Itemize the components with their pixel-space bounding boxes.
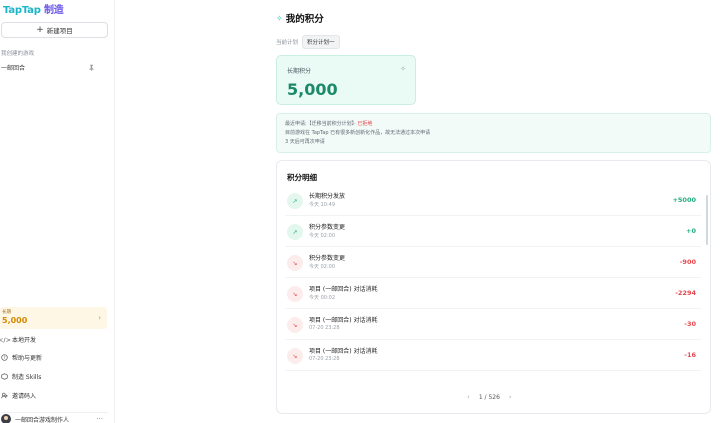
details-heading: 积分明细: [287, 173, 317, 182]
details-list: ↗ 长期积分发放 今天 10:49 +5000 ↗ 积分参数变更 今天 02:00 +0 ↘ 积分…: [285, 185, 701, 371]
plus-icon: +: [36, 24, 44, 35]
row-time: 今天 00:02: [309, 295, 335, 301]
more-icon[interactable]: ···: [96, 415, 103, 423]
chevron-right-icon: ›: [98, 314, 101, 322]
credits-value: 5,000: [2, 316, 28, 325]
page-title: ✧ 我的积分: [276, 11, 324, 26]
row-title: 项目 (一邮回合) 对话消耗: [309, 286, 378, 293]
table-row: ↗ 积分参数变更 今天 02:00 +0: [285, 216, 701, 247]
table-row: ↘ 项目 (一邮回合) 对话消耗 07-20 23:28 -16: [285, 340, 701, 371]
application-notice: 最近申请:【迁移当前积分计划】· 已拒绝 目前游戏在 TapTap 已有很多新创…: [276, 113, 711, 153]
credits-card[interactable]: 长期 5,000 ›: [0, 307, 107, 329]
row-time: 07-20 23:28: [309, 356, 340, 362]
status-badge: 已拒绝: [357, 121, 373, 127]
table-row: ↘ 项目 (一邮回合) 对话消耗 今天 00:02 -2294: [285, 278, 701, 309]
table-row: ↘ 积分参数变更 今天 02:00 -900: [285, 247, 701, 278]
trend-down-icon: ↘: [287, 286, 303, 302]
new-project-button[interactable]: + 新建项目: [1, 22, 108, 38]
scrollbar[interactable]: [706, 195, 708, 245]
user-profile[interactable]: 一邮回合游戏制作人 ···: [1, 412, 108, 423]
credits-details-panel: 积分明细 ↗ 长期积分发放 今天 10:49 +5000 ↗ 积分参数变更 今天 02:00…: [276, 160, 711, 414]
invite-icon: [1, 392, 8, 399]
long-term-caption: 长期积分: [287, 68, 312, 75]
brand-logo[interactable]: TapTap 制造: [3, 1, 64, 16]
long-term-value: 5,000: [287, 80, 338, 99]
row-title: 积分参数变更: [309, 255, 346, 262]
section-label: 我创建的游戏: [1, 51, 35, 57]
pagination: ‹ 1 / 526 ›: [467, 393, 512, 401]
menu-item-local-dev[interactable]: </> 本地开发: [0, 334, 108, 345]
menu-label: 本地开发: [12, 337, 37, 344]
trend-down-icon: ↘: [287, 348, 303, 364]
code-icon: </>: [0, 335, 12, 344]
row-amount: -30: [684, 320, 696, 328]
plan-label: 当前计划: [276, 40, 299, 46]
project-name: 一邮回合: [1, 65, 26, 72]
credits-caption: 长期: [2, 310, 11, 315]
svg-text:?: ?: [3, 355, 5, 360]
page-title-text: 我的积分: [285, 14, 324, 25]
plan-row: 当前计划 积分计划一: [276, 35, 340, 49]
row-title: 积分参数变更: [309, 224, 346, 231]
long-term-credits-card: 长期积分 5,000 ✧: [276, 55, 416, 105]
row-time: 今天 10:49: [309, 202, 335, 208]
brand-name-right: 制造: [43, 5, 64, 16]
next-page-icon[interactable]: ›: [509, 393, 512, 401]
row-title: 项目 (一邮回合) 对话消耗: [309, 348, 378, 355]
trend-down-icon: ↘: [287, 255, 303, 271]
sparkle-icon: ✧: [276, 13, 283, 23]
row-time: 07-20 23:28: [309, 325, 340, 331]
sparkle-icon: ✧: [400, 65, 406, 73]
notice-prefix: 最近申请:【迁移当前积分计划】·: [285, 121, 358, 127]
help-icon: ?: [1, 354, 8, 361]
row-amount: -16: [684, 351, 696, 359]
trend-down-icon: ↘: [287, 317, 303, 333]
table-row: ↘ 项目 (一邮回合) 对话消耗 07-20 23:28 -30: [285, 309, 701, 340]
row-amount: -900: [679, 258, 696, 266]
menu-item-skills[interactable]: 制造 Skills: [1, 371, 108, 382]
menu-label: 邀请码入: [12, 393, 37, 400]
table-row: ↗ 长期积分发放 今天 10:49 +5000: [285, 185, 701, 216]
avatar: [1, 414, 11, 423]
row-time: 今天 02:00: [309, 264, 335, 270]
prev-page-icon[interactable]: ‹: [467, 393, 470, 401]
row-title: 项目 (一邮回合) 对话消耗: [309, 317, 378, 324]
sidebar: TapTap 制造 + 新建项目 我创建的游戏 一邮回合 长期 5,000 › …: [0, 0, 115, 423]
new-project-label: 新建项目: [46, 27, 73, 35]
notice-line-3: 3 天后可再次申请: [285, 139, 325, 145]
menu-item-help[interactable]: ? 帮助与更新: [1, 352, 108, 363]
page-indicator: 1 / 526: [478, 393, 500, 401]
user-name: 一邮回合游戏制作人: [15, 416, 70, 423]
notice-line-1: 最近申请:【迁移当前积分计划】· 已拒绝: [285, 120, 702, 129]
row-time: 今天 02:00: [309, 233, 335, 239]
plan-selector[interactable]: 积分计划一: [302, 35, 340, 49]
row-amount: -2294: [675, 289, 696, 297]
notice-line-2: 目前游戏在 TapTap 已有很多新创新化作品，故无法通过本次申请: [285, 130, 431, 136]
brand-name-left: TapTap: [3, 5, 41, 16]
menu-label: 制造 Skills: [12, 374, 42, 381]
row-amount: +5000: [672, 196, 696, 204]
menu-label: 帮助与更新: [12, 355, 43, 362]
trend-up-icon: ↗: [287, 193, 303, 209]
menu-item-invite[interactable]: 邀请码入: [1, 390, 108, 401]
row-title: 长期积分发放: [309, 193, 346, 200]
pin-icon[interactable]: [88, 64, 95, 71]
project-item[interactable]: 一邮回合: [1, 62, 108, 73]
row-amount: +0: [686, 227, 696, 235]
skills-icon: [1, 373, 8, 380]
trend-up-icon: ↗: [287, 224, 303, 240]
